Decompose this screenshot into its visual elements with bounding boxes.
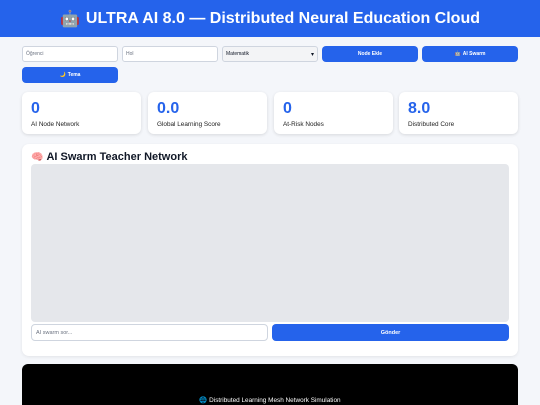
panel-title: 🧠 AI Swarm Teacher Network: [31, 151, 187, 163]
student-input[interactable]: Öğrenci: [22, 46, 118, 62]
subject-select-value: Matematik: [226, 51, 250, 57]
simulation-label: 🌐 Distributed Learning Mesh Network Simu…: [22, 396, 518, 404]
stat-value: 0: [283, 100, 292, 117]
ai-swarm-label: AI Swarm: [462, 51, 486, 57]
add-node-button[interactable]: Node Ekle: [322, 46, 418, 62]
stat-value: 0.0: [157, 100, 180, 117]
student-input-placeholder: Öğrenci: [26, 51, 44, 57]
subject-select[interactable]: Matematik ▾: [222, 46, 318, 62]
add-node-label: Node Ekle: [357, 51, 383, 57]
theme-label: Tema: [67, 72, 81, 78]
moon-icon: 🌙: [59, 72, 66, 78]
chat-log[interactable]: [31, 164, 509, 322]
stat-card: 0.0 Global Learning Score: [148, 92, 267, 134]
app-title: ULTRA AI 8.0 — Distributed Neural Educat…: [85, 9, 480, 27]
send-button-label: Gönder: [380, 329, 401, 336]
stat-value: 0: [31, 100, 40, 117]
chat-input-placeholder: AI swarm sor...: [36, 329, 73, 336]
send-button[interactable]: Gönder: [272, 324, 509, 341]
stat-card: 0 AI Node Network: [22, 92, 141, 134]
stat-card: 0 At-Risk Nodes: [274, 92, 393, 134]
robot-icon: 🤖: [454, 51, 461, 57]
ai-swarm-button[interactable]: 🤖 AI Swarm: [422, 46, 518, 62]
stat-card: 8.0 Distributed Core: [399, 92, 518, 134]
app-header: 🤖 ULTRA AI 8.0 — Distributed Neural Educ…: [0, 0, 540, 37]
stats-cards: 0 AI Node Network 0.0 Global Learning Sc…: [22, 92, 518, 134]
panel-title-text: AI Swarm Teacher Network: [46, 151, 188, 163]
robot-icon: 🤖: [59, 9, 80, 28]
stat-label: At-Risk Nodes: [283, 121, 324, 128]
stat-label: Distributed Core: [408, 121, 455, 128]
stat-label: AI Node Network: [31, 121, 80, 128]
mesh-simulation-canvas[interactable]: 🌐 Distributed Learning Mesh Network Simu…: [22, 364, 518, 405]
stat-value: 8.0: [408, 100, 431, 117]
simulation-label-text: Distributed Learning Mesh Network Simula…: [209, 397, 341, 404]
stat-label: Global Learning Score: [157, 121, 221, 128]
theme-button[interactable]: 🌙 Tema: [22, 67, 118, 83]
goal-input-placeholder: Hol: [126, 51, 134, 57]
goal-input[interactable]: Hol: [122, 46, 218, 62]
chevron-down-icon: ▾: [310, 51, 314, 58]
brain-icon: 🧠: [31, 152, 44, 163]
globe-icon: 🌐: [199, 396, 208, 404]
chat-input[interactable]: AI swarm sor...: [31, 324, 268, 341]
teacher-network-panel: 🧠 AI Swarm Teacher Network AI swarm sor..…: [22, 144, 518, 356]
